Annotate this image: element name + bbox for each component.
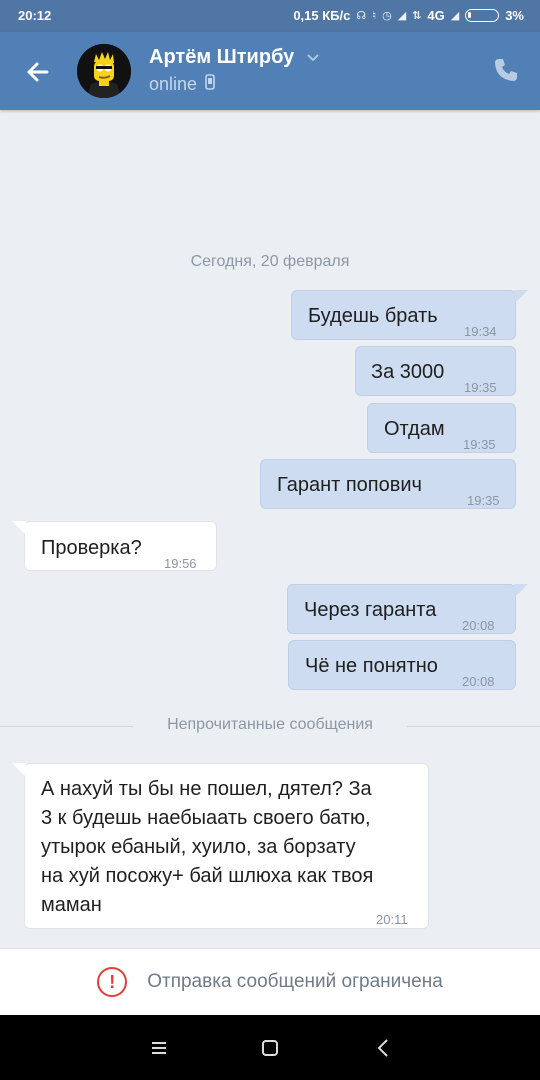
signal-icon: ◢ bbox=[397, 10, 407, 22]
network-type: 4G bbox=[427, 8, 445, 23]
message-time: 19:35 bbox=[464, 380, 497, 395]
unread-label: Непрочитанные сообщения bbox=[167, 716, 373, 733]
message-time: 19:35 bbox=[463, 437, 496, 452]
message-time: 19:34 bbox=[464, 324, 497, 339]
back-arrow-icon[interactable] bbox=[18, 52, 58, 92]
message-time: 19:56 bbox=[164, 556, 197, 571]
message-bubble-incoming[interactable]: А нахуй ты бы не пошел, дятел? За 3 к бу… bbox=[12, 763, 429, 929]
restriction-label: Отправка сообщений ограничена bbox=[147, 971, 443, 992]
bubble-tail bbox=[514, 584, 528, 598]
network-speed: 0,15 КБ/с bbox=[293, 8, 351, 23]
message-text: Через гаранта bbox=[304, 599, 437, 621]
data-arrows-icon: ⇅ bbox=[412, 10, 422, 22]
message-text: Проверка? bbox=[41, 537, 142, 559]
battery-level: 3% bbox=[505, 8, 524, 23]
headphones-icon: ☊ bbox=[356, 10, 367, 22]
bubble-tail bbox=[514, 290, 528, 304]
message-text: Чё не понятно bbox=[305, 655, 438, 677]
message-bubble-outgoing[interactable]: За 3000 19:35 bbox=[355, 346, 516, 396]
message-text: Будешь брать bbox=[308, 305, 438, 327]
status-icons: 0,15 КБ/с ☊ ♮ ◷ ◢ ⇅ 4G ◢ 3% bbox=[293, 8, 524, 23]
message-bubble-outgoing[interactable]: Через гаранта 20:08 bbox=[287, 584, 528, 634]
chat-header: Артём Штирбу online bbox=[0, 32, 540, 110]
menu-icon[interactable] bbox=[146, 1035, 172, 1061]
contact-name-row[interactable]: Артём Штирбу bbox=[149, 46, 320, 69]
home-icon[interactable] bbox=[257, 1035, 283, 1061]
message-text: Гарант попович bbox=[277, 474, 422, 496]
contact-name: Артём Штирбу bbox=[149, 46, 295, 68]
message-time: 20:11 bbox=[376, 912, 408, 927]
status-time: 20:12 bbox=[18, 8, 52, 23]
date-separator: Сегодня, 20 февраля bbox=[190, 253, 350, 270]
back-icon[interactable] bbox=[371, 1035, 397, 1061]
message-bubble-outgoing[interactable]: Гарант попович 19:35 bbox=[260, 459, 516, 509]
bubble-tail bbox=[12, 763, 26, 777]
warning-icon: ! bbox=[97, 967, 128, 997]
status-bar: 20:12 0,15 КБ/с ☊ ♮ ◷ ◢ ⇅ 4G ◢ 3% bbox=[0, 0, 540, 32]
mute-icon: ♮ bbox=[372, 10, 377, 22]
presence-label: online bbox=[149, 74, 198, 94]
system-nav-bar bbox=[0, 1015, 540, 1080]
phone-call-icon[interactable] bbox=[492, 56, 520, 84]
signal-icon: ◢ bbox=[450, 10, 460, 22]
message-bubble-outgoing[interactable]: Отдам 19:35 bbox=[367, 403, 516, 453]
message-bubble-incoming[interactable]: Проверка? 19:56 bbox=[12, 521, 217, 571]
mobile-device-icon bbox=[205, 74, 215, 95]
message-time: 19:35 bbox=[463, 487, 500, 508]
presence-status: online bbox=[149, 74, 215, 95]
message-time: 20:08 bbox=[462, 618, 495, 633]
chevron-down-icon bbox=[306, 46, 320, 69]
message-time: 20:08 bbox=[462, 674, 495, 689]
bubble-tail bbox=[12, 521, 26, 535]
messaging-restricted-bar: ! Отправка сообщений ограничена bbox=[0, 948, 540, 1015]
message-bubble-outgoing[interactable]: Будешь брать 19:34 bbox=[291, 290, 528, 340]
message-text: За 3000 bbox=[371, 361, 445, 383]
avatar[interactable] bbox=[77, 44, 131, 98]
unread-separator: Непрочитанные сообщения bbox=[0, 716, 540, 738]
message-text: Отдам bbox=[384, 418, 445, 440]
message-bubble-outgoing[interactable]: Чё не понятно 20:08 bbox=[288, 640, 516, 690]
alarm-icon: ◷ bbox=[382, 10, 392, 22]
message-text: А нахуй ты бы не пошел, дятел? За 3 к бу… bbox=[41, 778, 374, 916]
battery-icon bbox=[465, 9, 500, 22]
